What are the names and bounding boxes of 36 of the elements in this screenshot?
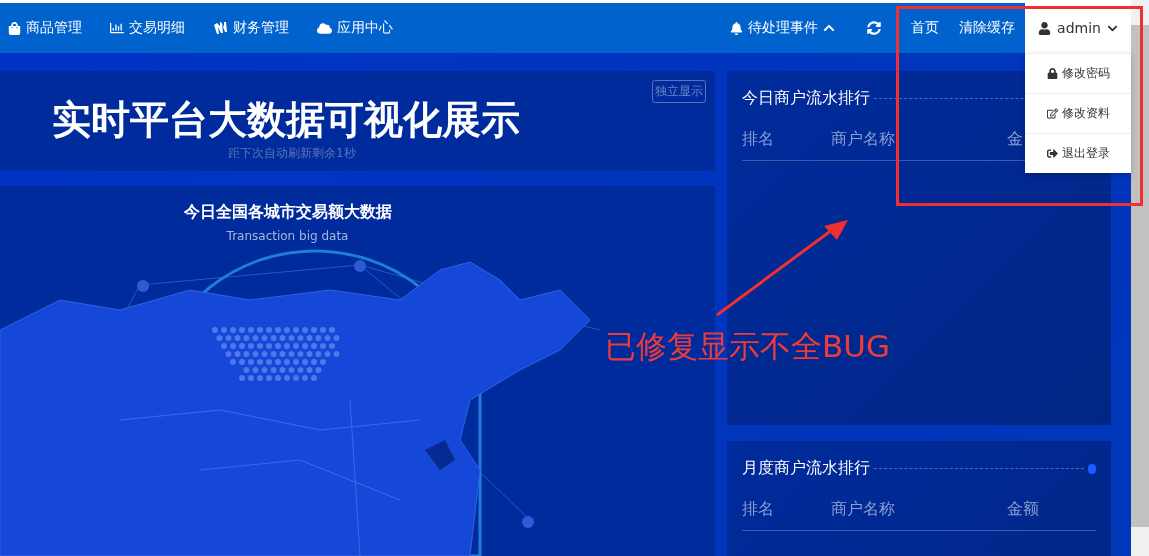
edit-icon (1046, 108, 1058, 119)
logout-icon (1046, 148, 1058, 159)
user-menu-toggle[interactable]: admin (1025, 3, 1131, 53)
nav-link[interactable]: 交易明细 (96, 3, 199, 53)
bar-chart-icon (110, 21, 124, 35)
pending-events-link[interactable]: 待处理事件 (716, 3, 849, 53)
lock-icon (1046, 68, 1058, 79)
bell-icon (730, 21, 743, 35)
annotation-text: 已修复显示不全BUG (605, 327, 890, 366)
column-header: 金额 (1007, 499, 1040, 520)
finance-icon (213, 21, 228, 35)
column-header: 商户名称 (831, 499, 896, 520)
standalone-button[interactable]: 独立显示 (652, 80, 706, 103)
nav-link[interactable]: 应用中心 (303, 3, 407, 53)
menu-item[interactable]: 修改资料 (1025, 93, 1131, 133)
column-header: 金 (1007, 129, 1024, 150)
refresh-countdown: 距下次自动刷新剩余1秒 (228, 145, 356, 162)
menu-item[interactable]: 退出登录 (1025, 133, 1131, 173)
ranking-title: 今日商户流水排行 (742, 88, 870, 109)
nav-link[interactable]: 清除缓存 (949, 3, 1025, 53)
user-icon (1038, 21, 1052, 35)
map-subtitle: Transaction big data (226, 229, 349, 243)
nav-link[interactable]: 商品管理 (0, 3, 96, 53)
nav-link[interactable]: 财务管理 (199, 3, 303, 53)
column-header: 排名 (742, 129, 775, 150)
nav-link[interactable]: 首页 (901, 3, 949, 53)
dashboard-title: 实时平台大数据可视化展示 (52, 96, 520, 144)
refresh-icon[interactable] (867, 21, 881, 35)
column-header: 商户名称 (831, 129, 896, 150)
ranking-title: 月度商户流水排行 (742, 458, 870, 479)
column-header: 排名 (742, 499, 775, 520)
cloud-icon (317, 20, 332, 36)
menu-item[interactable]: 修改密码 (1025, 53, 1131, 93)
bag-icon (8, 21, 21, 35)
chevron-up-icon (823, 22, 835, 34)
map-title: 今日全国各城市交易额大数据 (183, 202, 392, 223)
